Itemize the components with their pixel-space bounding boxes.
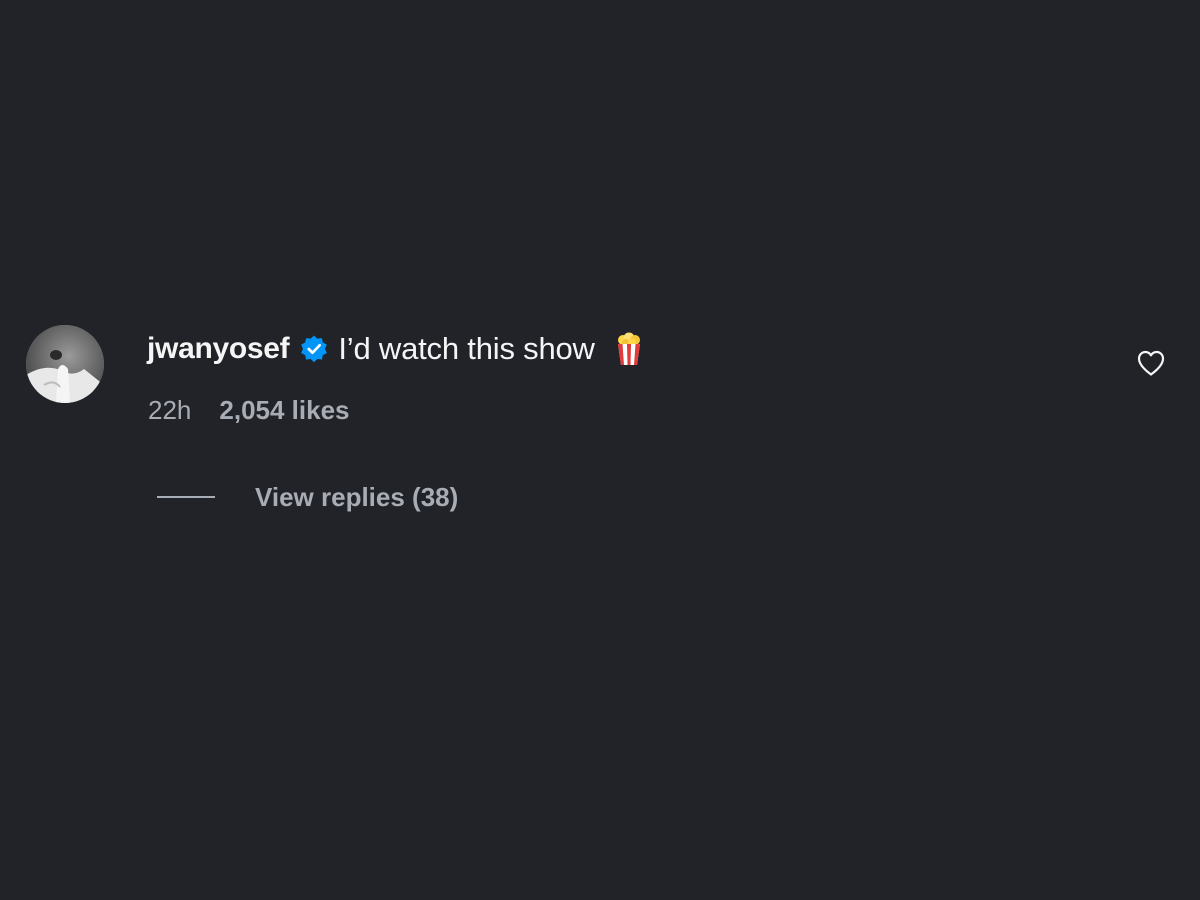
heart-outline-icon <box>1137 350 1165 376</box>
verified-badge-icon <box>299 334 329 364</box>
replies-divider <box>157 496 215 498</box>
view-replies-label: View replies (38) <box>255 481 459 512</box>
comment-text: I’d watch this show <box>338 331 595 366</box>
username-link[interactable]: jwanyosef <box>147 332 290 366</box>
view-replies-button[interactable]: View replies (38) <box>157 478 458 516</box>
timestamp[interactable]: 22h <box>148 395 191 426</box>
likes-count[interactable]: 2,054 likes <box>219 395 349 426</box>
comment-thread: jwanyosef I’d watch this show 22h 2,054 … <box>0 0 1200 900</box>
comment-body: jwanyosef I’d watch this show <box>147 327 643 371</box>
avatar[interactable] <box>26 325 104 403</box>
avatar-photo <box>26 325 104 403</box>
like-button[interactable] <box>1134 346 1168 380</box>
popcorn-icon <box>615 332 643 366</box>
comment-meta: 22h 2,054 likes <box>148 393 350 427</box>
